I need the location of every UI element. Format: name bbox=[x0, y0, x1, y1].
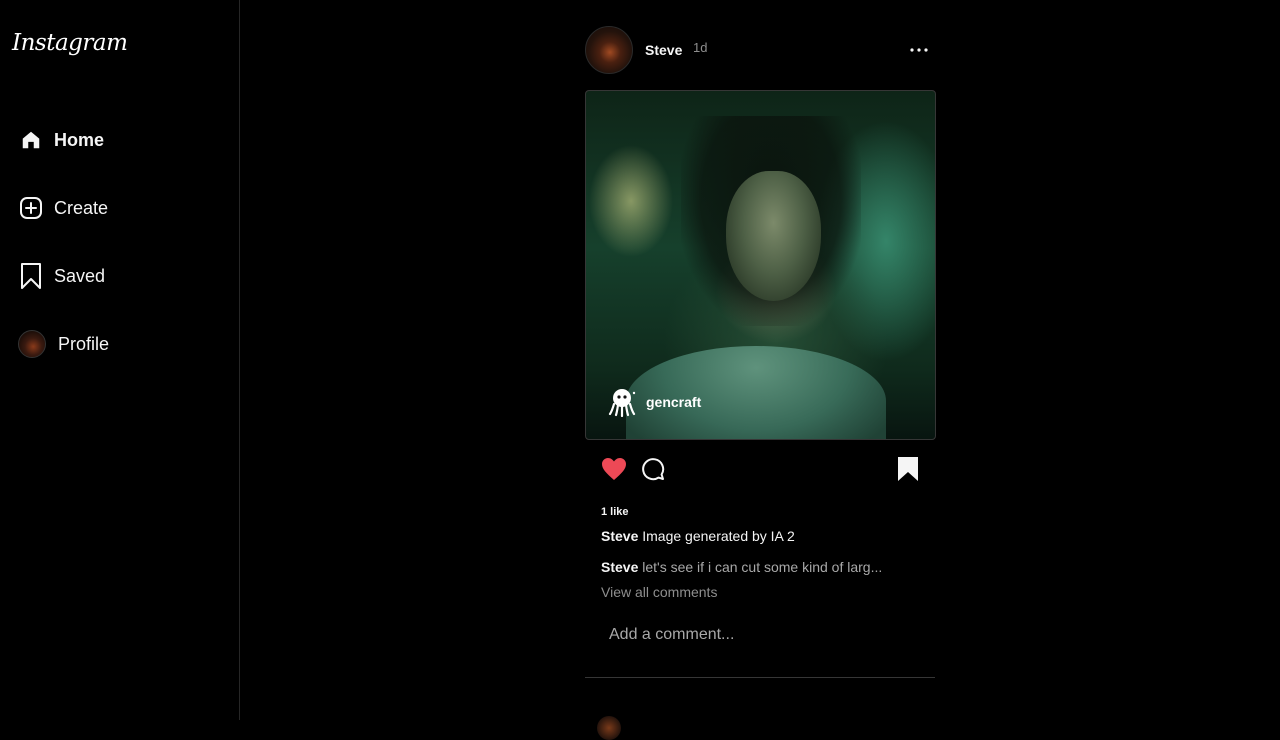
octopus-icon bbox=[608, 389, 636, 417]
avatar[interactable] bbox=[585, 26, 633, 74]
post-timestamp: 1d bbox=[693, 40, 708, 55]
watermark: gencraft bbox=[608, 387, 701, 417]
post-header: Steve 1d bbox=[585, 26, 935, 74]
avatar bbox=[18, 330, 46, 358]
image-region bbox=[726, 171, 821, 301]
comment-preview: Steve let's see if i can cut some kind o… bbox=[601, 559, 921, 575]
home-icon bbox=[18, 127, 44, 153]
add-comment-input[interactable] bbox=[601, 622, 921, 648]
plus-square-icon bbox=[18, 195, 44, 221]
sidebar-item-label: Create bbox=[54, 197, 109, 218]
sidebar-item-label: Home bbox=[54, 129, 105, 150]
sidebar-item-home[interactable]: Home bbox=[18, 120, 218, 160]
view-all-comments-link[interactable]: View all comments bbox=[601, 584, 717, 600]
post-actions bbox=[585, 454, 935, 484]
more-options-button[interactable] bbox=[907, 38, 931, 62]
more-horizontal-icon bbox=[910, 48, 928, 52]
caption-text: Image generated by IA 2 bbox=[642, 528, 795, 544]
save-button[interactable] bbox=[893, 454, 923, 484]
sidebar-item-profile[interactable]: Profile bbox=[18, 324, 218, 364]
bookmark-icon bbox=[18, 263, 44, 289]
likes-count[interactable]: 1 like bbox=[601, 506, 629, 518]
instagram-logo[interactable]: Instagram bbox=[12, 30, 128, 56]
sidebar-item-label: Saved bbox=[54, 265, 106, 286]
post-username[interactable]: Steve bbox=[645, 42, 682, 58]
sidebar: Instagram Home Create Saved Profile bbox=[0, 0, 240, 720]
comment-text: let's see if i can cut some kind of larg… bbox=[642, 559, 883, 575]
like-button[interactable] bbox=[599, 454, 629, 484]
heart-icon bbox=[602, 458, 626, 480]
sidebar-item-create[interactable]: Create bbox=[18, 188, 218, 228]
comment-button[interactable] bbox=[638, 454, 668, 484]
comment-icon bbox=[642, 458, 665, 481]
sidebar-item-saved[interactable]: Saved bbox=[18, 256, 218, 296]
post-image[interactable]: gencraft bbox=[585, 90, 936, 440]
watermark-text: gencraft bbox=[646, 394, 702, 410]
bookmark-icon bbox=[898, 457, 918, 481]
caption-username[interactable]: Steve bbox=[601, 528, 638, 544]
post-caption: Steve Image generated by IA 2 bbox=[601, 528, 795, 544]
comment-username[interactable]: Steve bbox=[601, 559, 638, 575]
divider bbox=[585, 677, 935, 678]
sidebar-item-label: Profile bbox=[58, 333, 110, 354]
